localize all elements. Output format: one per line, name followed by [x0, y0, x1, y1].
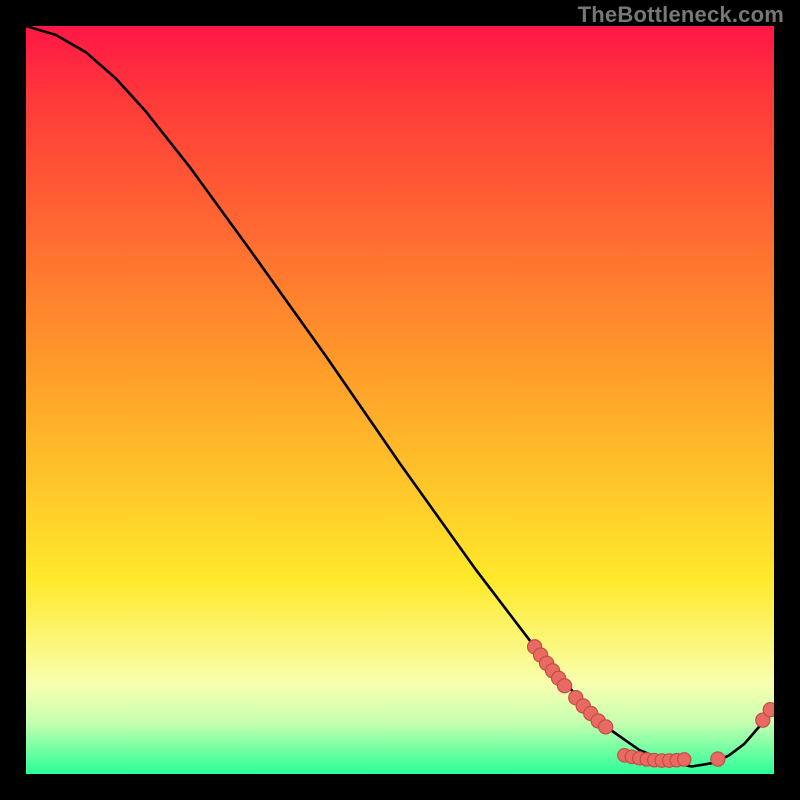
- watermark-text: TheBottleneck.com: [578, 2, 784, 28]
- gradient-background: [26, 26, 774, 774]
- data-marker: [711, 752, 725, 766]
- data-marker: [763, 703, 774, 717]
- data-marker: [599, 720, 613, 734]
- bottleneck-curve-plot: [26, 26, 774, 774]
- chart-svg: [26, 26, 774, 774]
- data-marker: [678, 753, 691, 766]
- data-marker: [557, 679, 571, 693]
- chart-container: TheBottleneck.com: [0, 0, 800, 800]
